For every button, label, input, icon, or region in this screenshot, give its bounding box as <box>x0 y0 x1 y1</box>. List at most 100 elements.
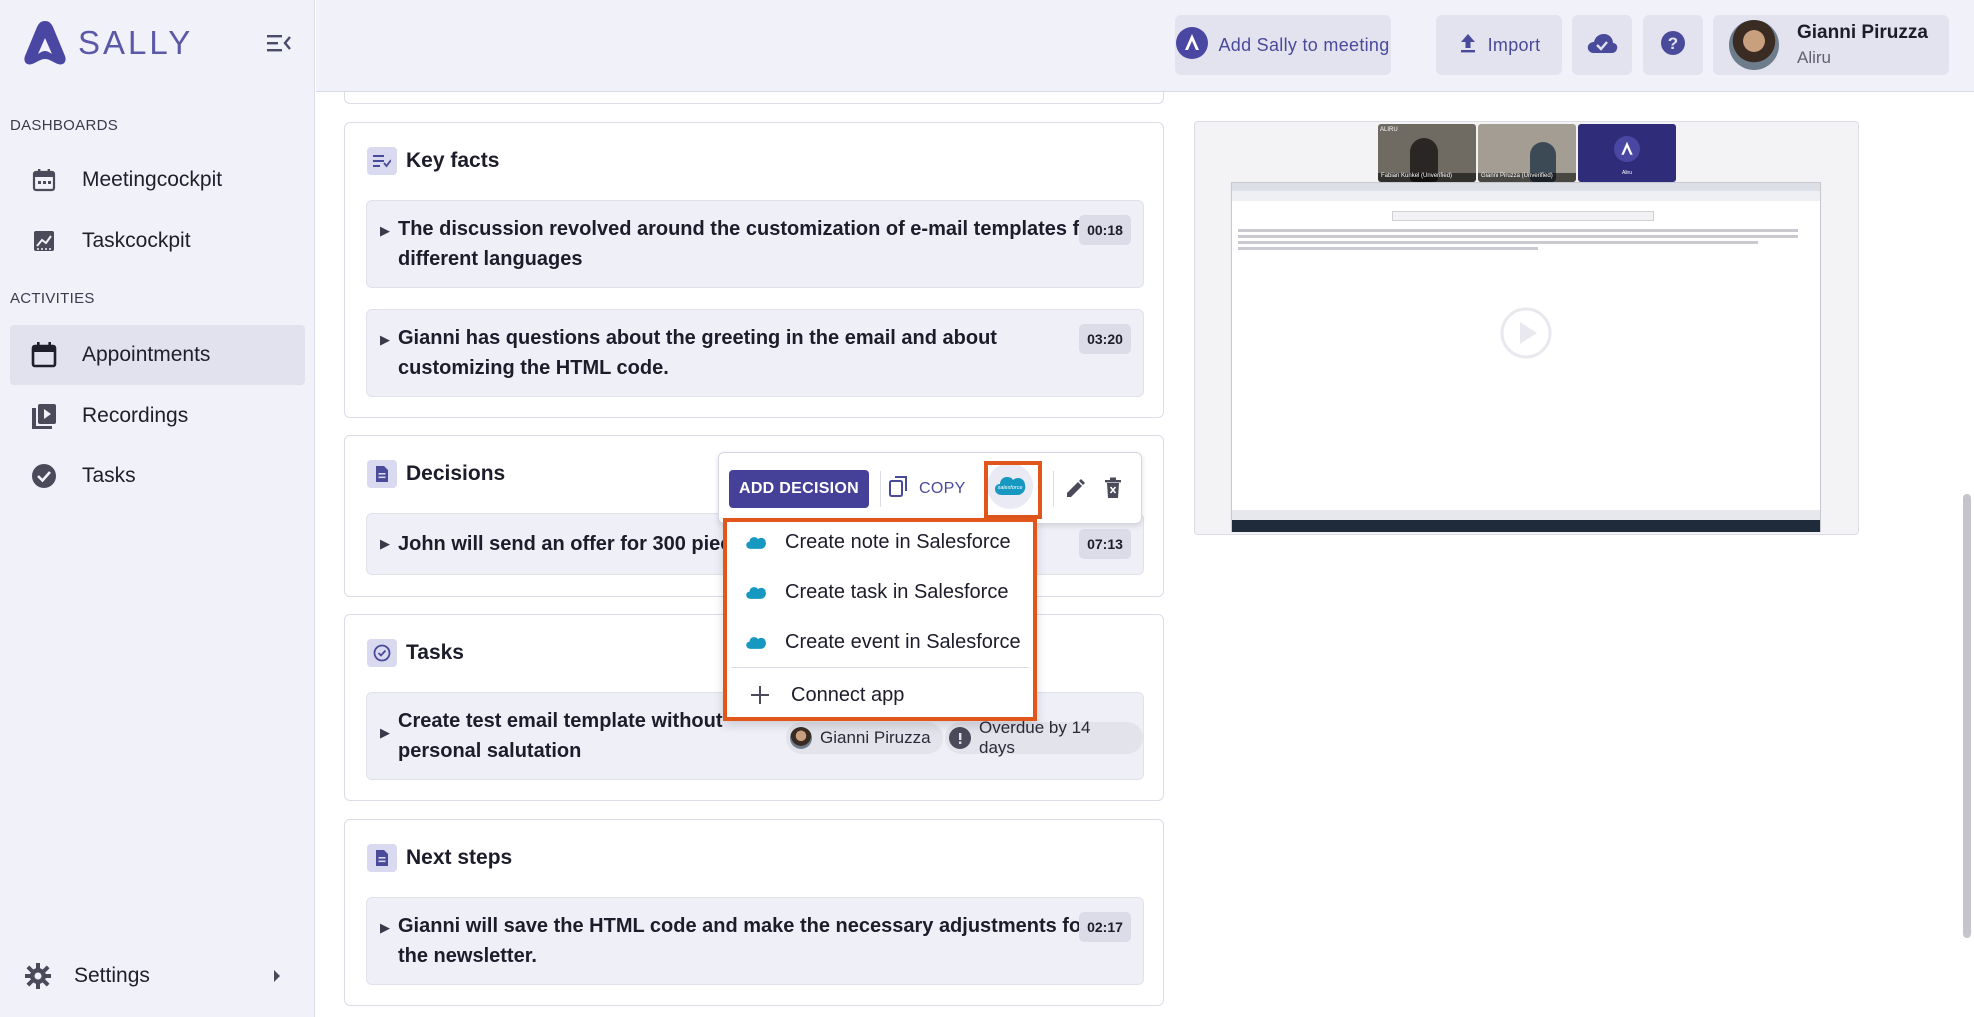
list-item[interactable]: ▶ The discussion revolved around the cus… <box>366 200 1144 288</box>
video-library-icon <box>28 400 60 432</box>
list-icon <box>367 147 397 175</box>
participant-thumbnail: Gianni Piruzza (Unverified) <box>1478 124 1576 182</box>
task-text: Create test email template without perso… <box>398 710 723 762</box>
sidebar-item-meetingcockpit[interactable]: Meetingcockpit <box>10 150 305 210</box>
menu-item-create-note[interactable]: Create note in Salesforce <box>727 524 1033 560</box>
import-button[interactable]: Import <box>1436 15 1562 75</box>
sidebar-item-label: Meetingcockpit <box>82 168 223 191</box>
salesforce-cloud-icon <box>745 584 769 600</box>
calendar-icon <box>28 164 60 196</box>
document-icon <box>367 460 397 488</box>
card-title: Key facts <box>367 147 499 175</box>
help-button[interactable]: ? <box>1643 15 1703 75</box>
menu-item-connect-app[interactable]: Connect app <box>727 671 1033 719</box>
cloud-sync-button[interactable] <box>1572 15 1632 75</box>
next-steps-card: Next steps ▶ Gianni will save the HTML c… <box>344 819 1164 1006</box>
expand-arrow-icon[interactable]: ▶ <box>380 536 390 552</box>
item-text: Gianni will save the HTML code and make … <box>398 915 1089 967</box>
expand-arrow-icon[interactable]: ▶ <box>380 725 390 741</box>
timestamp-badge[interactable]: 02:17 <box>1079 912 1131 942</box>
previous-card-edge <box>344 92 1164 104</box>
check-circle-icon <box>367 639 397 667</box>
user-org: Aliru <box>1797 48 1832 67</box>
copy-button[interactable]: COPY <box>889 470 966 508</box>
expand-arrow-icon[interactable]: ▶ <box>380 332 390 348</box>
timestamp-badge[interactable]: 00:18 <box>1079 215 1131 245</box>
salesforce-cloud-icon <box>745 534 769 550</box>
scrollbar[interactable] <box>1963 494 1971 938</box>
item-text: The discussion revolved around the custo… <box>398 218 1100 270</box>
list-item[interactable]: ▶ Gianni has questions about the greetin… <box>366 309 1144 397</box>
next-steps-title: Next steps <box>406 846 513 869</box>
participant-thumbnail: Aliru <box>1578 124 1676 182</box>
key-facts-card: Key facts ▶ The discussion revolved arou… <box>344 122 1164 418</box>
menu-item-label: Connect app <box>791 683 905 706</box>
sidebar-item-taskcockpit[interactable]: Taskcockpit <box>10 211 305 271</box>
plus-icon <box>749 684 773 706</box>
sidebar-item-label: Tasks <box>82 464 136 487</box>
card-title: Decisions <box>367 460 505 488</box>
item-text: John will send an offer for 300 piece <box>398 533 743 555</box>
user-name: Gianni Piruzza <box>1797 22 1928 43</box>
status-badge[interactable]: Overdue by 14 days <box>945 718 1143 757</box>
play-icon[interactable] <box>1500 307 1552 364</box>
assignee-name: Gianni Piruzza <box>820 728 931 747</box>
decisions-title: Decisions <box>406 462 506 485</box>
copy-label: COPY <box>919 480 966 497</box>
timestamp-badge[interactable]: 03:20 <box>1079 324 1131 354</box>
salesforce-cloud-icon <box>745 634 769 650</box>
top-bar: Add Sally to meeting Import ? Gianni Pir… <box>316 0 1974 92</box>
brand-name: SALLY <box>78 24 194 61</box>
expand-arrow-icon[interactable]: ▶ <box>380 223 390 239</box>
recording-video-player[interactable]: Fabian Kunkel (Unverified) Gianni Piruzz… <box>1194 121 1859 535</box>
menu-item-label: Create task in Salesforce <box>785 580 1009 603</box>
brand-logo[interactable]: SALLY <box>22 18 193 68</box>
section-activities: ACTIVITIES <box>10 290 95 307</box>
sidebar-item-recordings[interactable]: Recordings <box>10 386 305 446</box>
avatar <box>1729 20 1779 70</box>
svg-text:?: ? <box>1668 34 1678 53</box>
divider <box>880 471 881 507</box>
salesforce-button-highlight <box>984 461 1042 519</box>
sidebar: SALLY DASHBOARDS Meetingcockpit Taskcock… <box>0 0 315 1017</box>
collapse-menu-icon[interactable] <box>266 32 292 54</box>
status-text: Overdue by 14 days <box>978 718 1091 757</box>
sidebar-item-label: Taskcockpit <box>82 229 191 252</box>
decision-action-toolbar: ADD DECISION COPY salesforce <box>718 452 1142 524</box>
chevron-right-icon <box>272 969 282 988</box>
gear-icon <box>22 960 54 992</box>
sidebar-item-label: Recordings <box>82 404 189 427</box>
add-sally-label: Add Sally to meeting <box>1218 34 1390 55</box>
sidebar-item-tasks[interactable]: Tasks <box>10 446 305 506</box>
sidebar-item-appointments[interactable]: Appointments <box>10 325 305 385</box>
tasks-title: Tasks <box>406 641 464 664</box>
sidebar-item-label: Appointments <box>82 343 211 366</box>
cloud-done-icon <box>1586 31 1618 60</box>
import-label: Import <box>1487 34 1541 55</box>
copy-icon <box>889 475 909 503</box>
alert-icon <box>949 727 971 749</box>
divider <box>1053 471 1054 507</box>
menu-item-label: Create event in Salesforce <box>785 630 1021 653</box>
add-sally-to-meeting-button[interactable]: Add Sally to meeting <box>1175 15 1391 75</box>
divider <box>731 667 1029 668</box>
document-icon <box>367 844 397 872</box>
section-dashboards: DASHBOARDS <box>10 117 119 134</box>
settings-menu[interactable]: Settings <box>0 948 314 1004</box>
menu-item-create-task[interactable]: Create task in Salesforce <box>727 568 1033 616</box>
timestamp-badge[interactable]: 07:13 <box>1079 529 1131 559</box>
list-item[interactable]: ▶ Gianni will save the HTML code and mak… <box>366 897 1144 985</box>
edit-icon[interactable] <box>1064 478 1086 505</box>
salesforce-menu: Create note in Salesforce Create task in… <box>723 518 1037 721</box>
card-title: Next steps <box>367 844 512 872</box>
key-facts-title: Key facts <box>406 149 500 172</box>
card-title: Tasks <box>367 639 464 667</box>
check-circle-icon <box>28 460 60 492</box>
delete-icon[interactable] <box>1104 477 1122 504</box>
settings-label: Settings <box>74 964 150 987</box>
menu-item-create-event[interactable]: Create event in Salesforce <box>727 618 1033 666</box>
user-profile-button[interactable]: Gianni Piruzza Aliru <box>1713 15 1949 75</box>
add-decision-button[interactable]: ADD DECISION <box>729 470 869 508</box>
expand-arrow-icon[interactable]: ▶ <box>380 920 390 936</box>
assignee-chip[interactable]: Gianni Piruzza <box>786 722 943 754</box>
